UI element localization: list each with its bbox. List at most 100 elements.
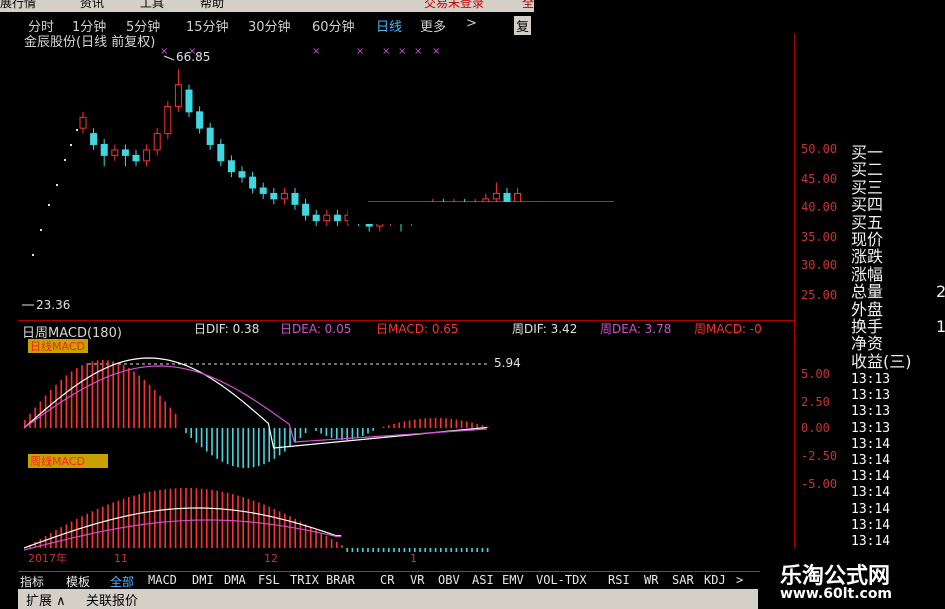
quote-label: 收益(三) bbox=[851, 351, 912, 371]
weekly-macd-bar bbox=[450, 548, 452, 552]
weekly-macd-bar bbox=[336, 541, 338, 548]
tab-wr[interactable]: WR bbox=[644, 573, 658, 587]
status-bar: 扩展 ∧ 关联报价 bbox=[18, 589, 758, 609]
period-5min[interactable]: 5分钟 bbox=[126, 16, 160, 35]
menu-news[interactable]: 资讯 bbox=[80, 0, 104, 9]
daily-macd-bar bbox=[252, 428, 255, 468]
weekly-macd-bar bbox=[206, 489, 208, 548]
tab-vol-tdx[interactable]: VOL-TDX bbox=[536, 573, 587, 587]
menu-market[interactable]: 展行情 bbox=[0, 0, 36, 9]
macd-chart[interactable]: 日线MACD 周线MACD 5.94 2017年 11 12 1 bbox=[18, 336, 794, 571]
menu-more[interactable]: 全 bbox=[522, 0, 534, 9]
daily-macd-bar bbox=[206, 428, 208, 452]
tab-brar[interactable]: BRAR bbox=[326, 573, 355, 587]
x-tick-11: 11 bbox=[114, 552, 128, 565]
candle-body bbox=[238, 171, 246, 178]
daily-macd-bar bbox=[128, 368, 130, 428]
tick-time: 13:13 bbox=[851, 388, 891, 404]
price-chart[interactable]: 金辰股份(日线 前复权) × × × × × × × × 66.85 23.36 bbox=[18, 34, 794, 324]
tab-dma[interactable]: DMA bbox=[224, 573, 246, 587]
tab-kdj[interactable]: KDJ bbox=[704, 573, 726, 587]
tab-rsi[interactable]: RSI bbox=[608, 573, 630, 587]
weekly-macd-bar bbox=[388, 548, 390, 552]
weekly-macd-bar bbox=[107, 504, 109, 548]
x-tick-12: 12 bbox=[264, 552, 278, 565]
tab-obv[interactable]: OBV bbox=[438, 573, 460, 587]
weekly-macd-bar bbox=[455, 548, 458, 552]
high-arrow-icon bbox=[163, 55, 175, 61]
period-daily[interactable]: 日线 bbox=[376, 16, 402, 35]
indicator-tab[interactable]: 指标 bbox=[20, 573, 44, 590]
candle-body bbox=[196, 111, 204, 129]
weekly-macd-bar bbox=[377, 548, 380, 552]
menu-tools[interactable]: 工具 bbox=[140, 0, 164, 9]
indicator-tab[interactable]: 全部 bbox=[110, 573, 134, 590]
weekly-macd-bar bbox=[341, 544, 343, 548]
candle-body bbox=[174, 84, 182, 107]
related-quotes-button[interactable]: 关联报价 bbox=[86, 590, 138, 609]
period-more[interactable]: 更多 bbox=[420, 16, 446, 35]
tab-cr[interactable]: CR bbox=[380, 573, 394, 587]
candle-body bbox=[270, 192, 278, 200]
indicator-tab[interactable]: > bbox=[736, 573, 743, 587]
tab-sar[interactable]: SAR bbox=[672, 573, 694, 587]
daily-macd-bar bbox=[424, 418, 426, 428]
tab-asi[interactable]: ASI bbox=[472, 573, 494, 587]
period-1min[interactable]: 1分钟 bbox=[72, 16, 106, 35]
quote-label: 买三 bbox=[851, 177, 884, 197]
daily-macd-bar bbox=[258, 428, 260, 467]
period-15min[interactable]: 15分钟 bbox=[186, 16, 229, 35]
weekly-macd-bar bbox=[195, 488, 198, 548]
tab-fsl[interactable]: FSL bbox=[258, 573, 280, 587]
daily-macd-bar bbox=[304, 428, 307, 434]
weekly-macd-bar bbox=[164, 489, 166, 548]
weekly-macd-bar bbox=[471, 548, 473, 552]
tick-time: 13:14 bbox=[851, 469, 891, 485]
tab-macd[interactable]: MACD bbox=[148, 573, 177, 587]
daily-macd-bar bbox=[471, 422, 473, 428]
weekly-macd-bar bbox=[216, 490, 218, 548]
period-timeshare[interactable]: 分时 bbox=[28, 16, 54, 35]
weekly-macd-bar bbox=[460, 548, 463, 552]
period-next-icon[interactable]: > bbox=[466, 16, 477, 31]
tab-vr[interactable]: VR bbox=[410, 573, 424, 587]
tick-time: 13:13 bbox=[851, 420, 891, 436]
menu-trade-status[interactable]: 交易未登录 bbox=[424, 0, 484, 9]
tab-dmi[interactable]: DMI bbox=[192, 573, 214, 587]
daily-macd-bar bbox=[242, 428, 244, 468]
weekly-macd-bar bbox=[356, 548, 359, 552]
expand-button[interactable]: 扩展 ∧ bbox=[26, 590, 66, 609]
tick-time: 13:14 bbox=[851, 485, 891, 501]
tab-trix[interactable]: TRIX bbox=[290, 573, 319, 587]
tab-emv[interactable]: EMV bbox=[502, 573, 524, 587]
daily-macd-bar bbox=[294, 428, 296, 443]
period-60min[interactable]: 60分钟 bbox=[312, 16, 355, 35]
weekly-macd-bar bbox=[237, 495, 239, 548]
y-tick-40: 40.00 bbox=[801, 200, 838, 214]
indicator-tab[interactable]: 模板 bbox=[66, 573, 90, 590]
daily-macd-bar bbox=[29, 413, 31, 428]
weekly-macd-histogram bbox=[29, 488, 489, 552]
period-30min[interactable]: 30分钟 bbox=[248, 16, 291, 35]
quote-label: 涨跌 bbox=[851, 247, 884, 267]
tick-time: 13:14 bbox=[851, 501, 891, 517]
menu-help[interactable]: 帮助 bbox=[200, 0, 224, 9]
weekly-macd-bar bbox=[440, 548, 442, 552]
y-tick-30: 30.00 bbox=[801, 258, 838, 272]
candle-body bbox=[79, 116, 87, 129]
weekly-macd-value: 周MACD: -0 bbox=[694, 322, 762, 336]
daily-macd-bar bbox=[382, 426, 385, 428]
quote-value: 2 bbox=[936, 282, 945, 302]
candle-body bbox=[249, 176, 257, 189]
tick-time: 13:14 bbox=[851, 453, 891, 468]
candle-body bbox=[164, 105, 172, 135]
daily-macd-bar bbox=[429, 418, 432, 428]
daily-macd-bar bbox=[138, 375, 140, 428]
weekly-macd-bar bbox=[190, 488, 192, 548]
daily-macd-bar bbox=[336, 428, 338, 440]
restore-button[interactable]: 复 bbox=[514, 16, 532, 35]
price-dot bbox=[64, 159, 66, 161]
weekly-macd-bar bbox=[304, 524, 307, 548]
candle-body bbox=[111, 149, 119, 156]
weekly-macd-bar bbox=[372, 548, 374, 552]
